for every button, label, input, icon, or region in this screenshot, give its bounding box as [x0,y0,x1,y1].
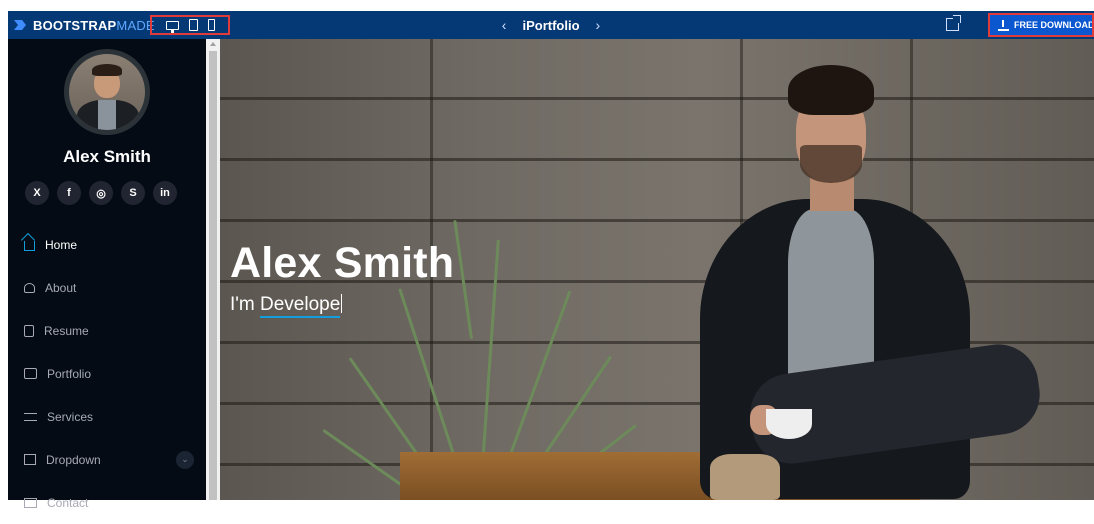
preview-title: iPortfolio [522,17,580,33]
skype-icon[interactable]: S [121,181,145,205]
previous-template-arrow-icon[interactable]: ‹ [502,17,507,33]
instagram-icon[interactable]: ◎ [89,181,113,205]
scrollbar-thumb[interactable] [209,51,217,500]
hero-subtitle: I'm Develope [230,294,343,318]
server-icon [24,412,37,421]
hero-title: Alex Smith [230,239,455,287]
sidebar-item-about[interactable]: About [24,266,194,309]
sidebar-item-label: Home [45,237,78,252]
template-nav: ‹ iPortfolio › [8,11,1094,39]
x-twitter-icon[interactable]: X [25,181,49,205]
avatar [64,49,150,135]
home-icon [24,241,35,251]
menu-icon [24,454,36,465]
hero-section: Alex Smith I'm Develope [220,39,1094,500]
person-icon [24,282,35,293]
free-download-label: FREE DOWNLOAD [1014,20,1094,30]
free-download-button[interactable]: FREE DOWNLOAD [988,13,1094,37]
sidebar-item-home[interactable]: Home [24,223,194,266]
sidebar-item-contact[interactable]: Contact [24,481,194,524]
profile-name[interactable]: Alex Smith [8,147,206,167]
typing-cursor [341,294,343,313]
file-icon [24,324,34,337]
sidebar-item-label: Contact [47,495,89,510]
download-icon [998,19,1009,31]
sidebar: Alex Smith X f ◎ S in Home About Resume … [8,39,206,510]
scroll-up-arrow-icon[interactable] [210,42,216,46]
sidebar-item-label: Resume [44,323,89,338]
images-icon [24,368,37,379]
envelope-icon [24,497,37,508]
sidebar-item-portfolio[interactable]: Portfolio [24,352,194,395]
sidebar-scrollbar[interactable] [206,39,220,500]
next-template-arrow-icon[interactable]: › [596,17,601,33]
sidebar-item-resume[interactable]: Resume [24,309,194,352]
sidebar-item-label: Dropdown [46,452,101,467]
sidebar-item-label: About [45,280,77,295]
sidebar-item-label: Portfolio [47,366,92,381]
coffee-cup [766,409,812,439]
facebook-icon[interactable]: f [57,181,81,205]
sidebar-item-services[interactable]: Services [24,395,194,438]
social-links: X f ◎ S in [25,181,177,205]
chevron-down-icon[interactable]: ⌄ [176,450,194,469]
typed-role-text: Develope [260,294,341,318]
hero-person-photo [670,59,1090,500]
preview-topbar: BOOTSTRAP MADE ‹ iPortfolio › FREE DOWNLO… [8,11,1094,39]
sidebar-nav: Home About Resume Portfolio Services Dro… [24,223,194,524]
linkedin-icon[interactable]: in [153,181,177,205]
sidebar-item-label: Services [47,409,94,424]
hero-subtitle-prefix: I'm [230,294,261,315]
sidebar-item-dropdown[interactable]: Dropdown ⌄ [24,438,194,481]
open-external-icon[interactable] [946,15,961,31]
